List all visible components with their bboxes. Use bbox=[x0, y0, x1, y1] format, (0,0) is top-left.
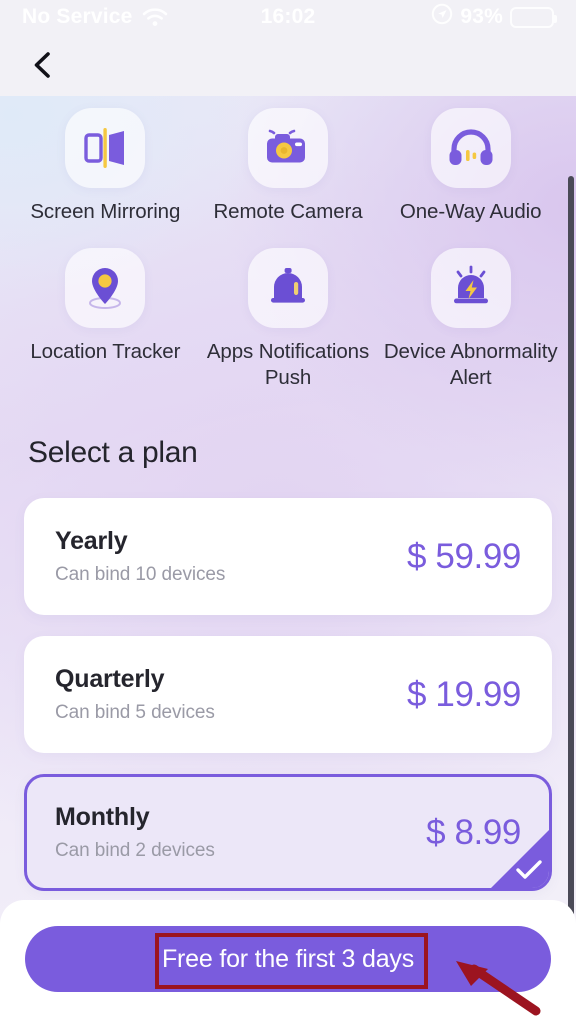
plan-name: Quarterly bbox=[55, 665, 165, 693]
battery-percent-label: 93% bbox=[460, 5, 503, 28]
one-way-audio-icon bbox=[430, 108, 511, 188]
feature-label: One-Way Audio bbox=[399, 200, 542, 223]
feature-grid: Screen Mirroring Remote Camera One-Way A… bbox=[0, 108, 576, 392]
remote-camera-icon bbox=[247, 108, 328, 188]
battery-icon bbox=[510, 6, 557, 28]
plan-device-limit: Can bind 5 devices bbox=[55, 702, 215, 723]
back-chevron-icon[interactable] bbox=[28, 50, 58, 80]
plan-info: Quarterly Can bind 5 devices bbox=[55, 665, 215, 724]
feature-label: Screen Mirroring bbox=[30, 200, 181, 223]
location-arrow-icon bbox=[431, 3, 453, 31]
wifi-icon bbox=[142, 7, 168, 27]
location-tracker-icon bbox=[65, 247, 146, 328]
selected-check-icon bbox=[491, 830, 549, 888]
plan-name: Monthly bbox=[55, 803, 150, 831]
feature-label: Location Tracker bbox=[30, 339, 181, 363]
scrollbar-thumb[interactable] bbox=[568, 176, 574, 916]
section-title-text: Select a plan bbox=[28, 436, 198, 469]
feature-label: Remote Camera bbox=[213, 200, 363, 223]
plan-card-quarterly[interactable]: Quarterly Can bind 5 devices $ 19.99 bbox=[24, 636, 552, 753]
plan-list: Yearly Can bind 10 devices $ 59.99 Quart… bbox=[0, 498, 576, 891]
plan-card-monthly[interactable]: Monthly Can bind 2 devices $ 8.99 bbox=[24, 774, 552, 891]
phone-screen: Screen Mirroring Remote Camera One-Way A… bbox=[0, 0, 576, 1024]
nav-bar bbox=[0, 34, 576, 96]
status-bar-left: No Service bbox=[22, 5, 431, 29]
feature-device-abnormality[interactable]: Device Abnormality Alert bbox=[379, 247, 562, 392]
vertical-scrollbar[interactable] bbox=[568, 176, 574, 916]
plan-name: Yearly bbox=[55, 527, 128, 555]
plan-info: Yearly Can bind 10 devices bbox=[55, 527, 225, 586]
feature-apps-notifications[interactable]: Apps Notifications Push bbox=[197, 247, 380, 392]
feature-label: Device Abnormality Alert bbox=[383, 339, 558, 390]
subscribe-button[interactable]: Free for the first 3 days bbox=[25, 926, 551, 992]
feature-one-way-audio[interactable]: One-Way Audio bbox=[379, 108, 562, 226]
plan-info: Monthly Can bind 2 devices bbox=[55, 803, 215, 862]
feature-location-tracker[interactable]: Location Tracker bbox=[14, 247, 197, 392]
plan-device-limit: Can bind 2 devices bbox=[55, 840, 215, 861]
page-title: Select a plan bbox=[26, 436, 198, 470]
plan-device-limit: Can bind 10 devices bbox=[55, 564, 226, 585]
carrier-label: No Service bbox=[22, 5, 133, 28]
feature-remote-camera[interactable]: Remote Camera bbox=[197, 108, 380, 226]
hero-background: Screen Mirroring Remote Camera One-Way A… bbox=[0, 96, 576, 1024]
screen-mirroring-icon bbox=[65, 108, 146, 188]
feature-label: Apps Notifications Push bbox=[206, 339, 370, 390]
section-title-wrap: Select a plan bbox=[26, 436, 198, 470]
apps-notifications-icon bbox=[247, 247, 328, 328]
status-bar-right: 93% bbox=[431, 3, 557, 31]
feature-screen-mirroring[interactable]: Screen Mirroring bbox=[14, 108, 197, 226]
plan-price: $ 59.99 bbox=[407, 536, 521, 576]
plan-card-yearly[interactable]: Yearly Can bind 10 devices $ 59.99 bbox=[24, 498, 552, 615]
status-bar: No Service 16:02 93% bbox=[0, 0, 576, 34]
plan-price: $ 19.99 bbox=[407, 674, 521, 714]
bottom-action-panel: Free for the first 3 days bbox=[0, 900, 576, 1024]
device-abnormality-icon bbox=[430, 247, 511, 328]
